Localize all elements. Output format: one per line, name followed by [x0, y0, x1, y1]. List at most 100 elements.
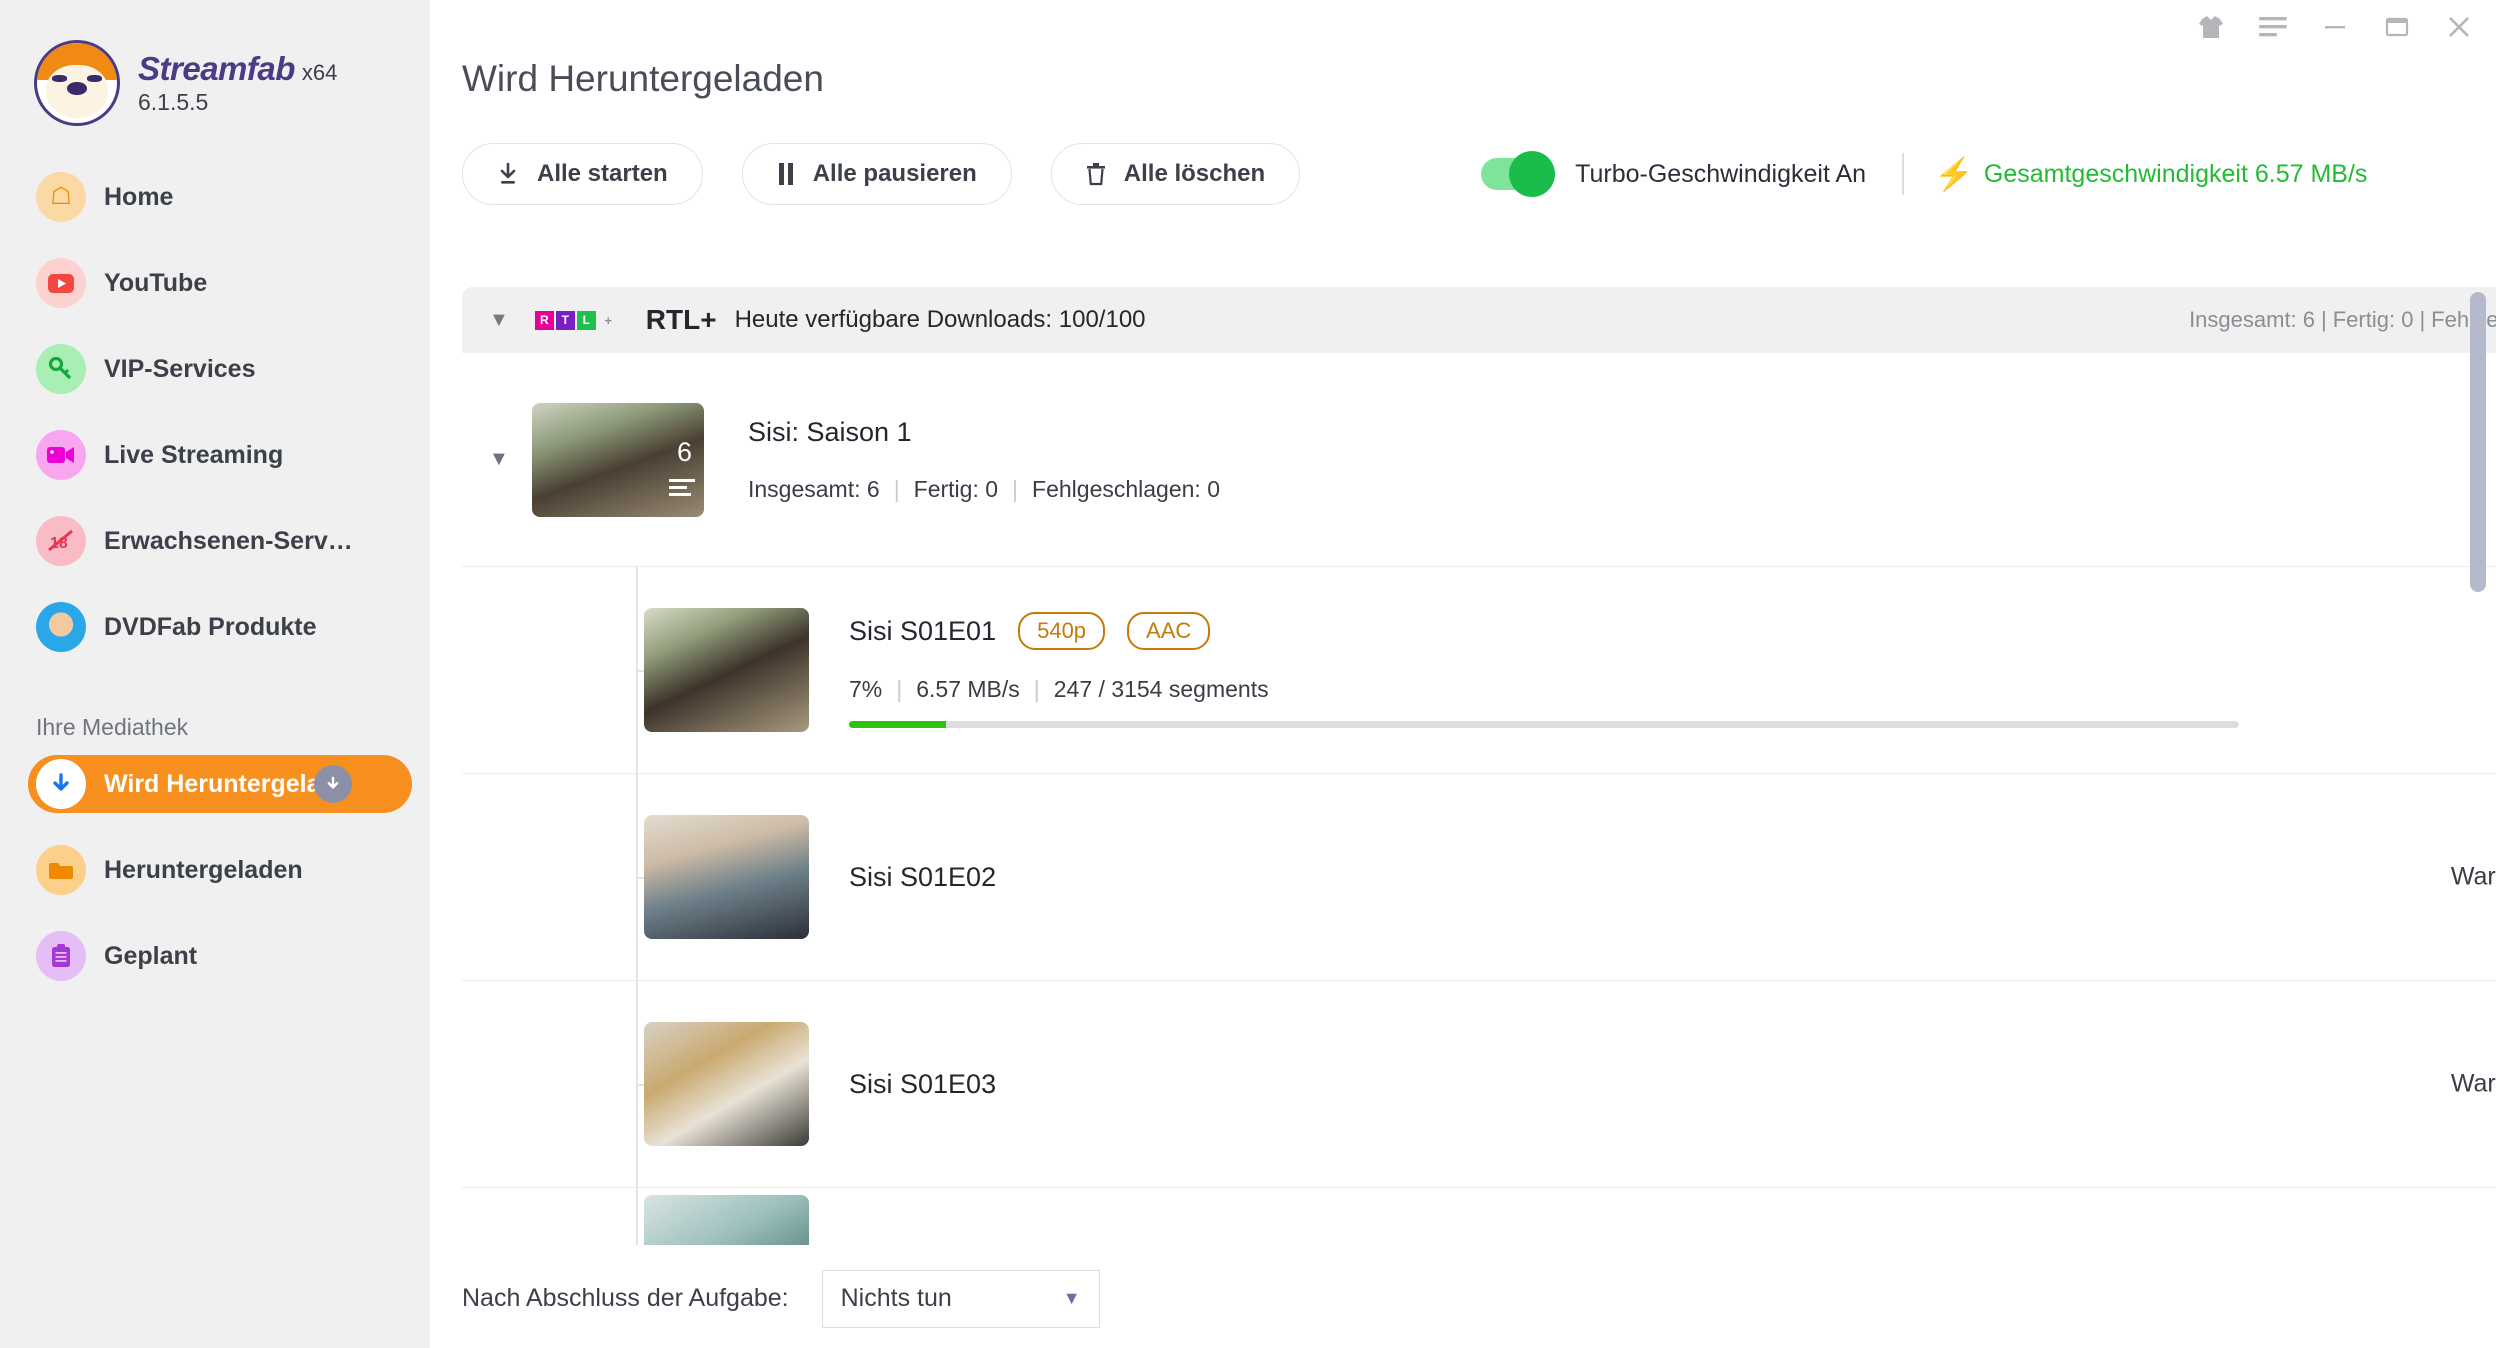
- rtlplus-logo-icon: R T L +: [534, 310, 620, 330]
- folder-icon: [36, 845, 86, 895]
- episode-thumbnail: [644, 815, 809, 939]
- series-stat-failed: Fehlgeschlagen: 0: [1032, 475, 1220, 502]
- main-content: Wird Heruntergeladen Alle starten Alle p…: [430, 0, 2496, 1348]
- episode-row: Sisi S01E03 Warten auf den Download: [462, 981, 2496, 1188]
- sidebar-item-downloaded[interactable]: Heruntergeladen: [28, 841, 412, 899]
- divider: [1902, 153, 1905, 195]
- sidebar-item-label: Heruntergeladen: [104, 855, 303, 884]
- downloading-badge-icon: [314, 765, 353, 803]
- sidebar-item-vip-services[interactable]: VIP-Services: [28, 340, 412, 398]
- group-quota-label: Heute verfügbare Downloads: 100/100: [734, 306, 1146, 333]
- chevron-down-icon: ▼: [1062, 1288, 1081, 1308]
- group-stat-total: Insgesamt: 6: [2189, 307, 2316, 332]
- bottom-bar: Nach Abschluss der Aufgabe: Nichts tun ▼: [430, 1248, 2496, 1348]
- sidebar-item-label: Live Streaming: [104, 440, 284, 469]
- sidebar-item-live-streaming[interactable]: Live Streaming: [28, 426, 412, 484]
- sidebar-item-label: Erwachsenen-Serv…: [104, 526, 353, 555]
- after-task-value: Nichts tun: [840, 1284, 952, 1312]
- series-episode-count: 6: [676, 436, 692, 467]
- episode-row: Sisi S01E02 Warten auf den Download: [462, 774, 2496, 981]
- lightning-icon: ⚡: [1934, 156, 1974, 192]
- series-stats: Insgesamt: 6 | Fertig: 0 | Fehlgeschlagen: 0: [748, 475, 1220, 502]
- app-window: Streamfab x64 6.1.5.5 ☖ Home YouTube VIP-: [0, 0, 2496, 1348]
- sidebar-item-label: VIP-Services: [104, 354, 256, 383]
- group-header-rtlplus: ▼ R T L + RTL + Heute verfügbare Download…: [462, 287, 2496, 353]
- sidebar-item-youtube[interactable]: YouTube: [28, 254, 412, 312]
- turbo-toggle[interactable]: [1481, 151, 1556, 197]
- stack-icon: [669, 478, 695, 497]
- brand-block: Streamfab x64 6.1.5.5: [0, 0, 430, 126]
- brand-arch: x64: [301, 60, 338, 86]
- delete-all-button[interactable]: Alle löschen: [1050, 143, 1301, 205]
- episode-row: Sisi S01E01 540p AAC 7% | 6.57 MB/s | 247 / …: [462, 567, 2496, 774]
- rtl-logo-letter: T: [555, 310, 575, 330]
- menu-icon[interactable]: [2258, 12, 2288, 42]
- series-row: ▼ 6 Sisi: Saison 1 Insgesamt: 6 | Fertig: …: [462, 353, 2496, 567]
- sidebar-item-label: Wird Heruntergela: [104, 769, 321, 798]
- series-thumbnail: 6: [532, 402, 704, 517]
- maximize-icon[interactable]: [2382, 12, 2412, 42]
- sidebar-library-nav: Wird Heruntergela Heruntergeladen Geplan…: [0, 755, 430, 985]
- rtl-logo-letter: L: [576, 310, 596, 330]
- brand-name-line: Streamfab x64: [138, 51, 338, 87]
- turbo-label: Turbo-Geschwindigkeit An: [1575, 159, 1867, 188]
- adult-blocked-icon: 18: [36, 516, 86, 566]
- minimize-icon[interactable]: [2320, 12, 2350, 42]
- video-camera-icon: [36, 430, 86, 480]
- download-icon: [36, 759, 86, 809]
- group-stats: Insgesamt: 6|Fertig: 0|Fehlgeschlagen: 0: [2189, 307, 2496, 333]
- pause-all-button[interactable]: Alle pausieren: [741, 143, 1012, 205]
- vertical-scrollbar[interactable]: [2470, 292, 2486, 1252]
- scrollbar-thumb[interactable]: [2470, 292, 2486, 592]
- episode-segments: 247 / 3154 segments: [1053, 676, 1269, 702]
- brand-version: 6.1.5.5: [138, 88, 209, 115]
- toolbar: Alle starten Alle pausieren Alle löschen…: [462, 143, 2496, 205]
- close-icon[interactable]: [2444, 12, 2474, 42]
- episode-title: Sisi S01E01: [849, 615, 997, 646]
- total-speed: ⚡ Gesamtgeschwindigkeit 6.57 MB/s: [1934, 155, 2367, 193]
- home-icon: ☖: [36, 172, 86, 222]
- page-title: Wird Heruntergeladen: [462, 58, 824, 99]
- after-task-label: Nach Abschluss der Aufgabe:: [462, 1284, 789, 1312]
- download-arrow-icon: [497, 162, 519, 186]
- sidebar-item-label: Geplant: [104, 941, 198, 970]
- tree-line: [636, 1188, 638, 1245]
- start-all-label: Alle starten: [537, 160, 668, 187]
- turbo-speed-control: Turbo-Geschwindigkeit An ⚡ Gesamtgeschwi…: [1481, 151, 2367, 197]
- quality-chip: 540p: [1018, 612, 1106, 650]
- dvdfab-icon: [36, 602, 86, 652]
- series-stat-total: Insgesamt: 6: [748, 475, 880, 502]
- sidebar-item-label: Home: [104, 182, 174, 211]
- start-all-button[interactable]: Alle starten: [462, 143, 703, 205]
- theme-icon[interactable]: [2196, 12, 2226, 42]
- episode-row: Sisi S01E04: [462, 1188, 2496, 1245]
- sidebar: Streamfab x64 6.1.5.5 ☖ Home YouTube VIP-: [0, 0, 430, 1348]
- download-list-body: ▼ 6 Sisi: Saison 1 Insgesamt: 6 | Fertig: …: [462, 353, 2496, 1245]
- series-stat-done: Fertig: 0: [913, 475, 999, 502]
- sidebar-item-label: DVDFab Produkte: [104, 612, 317, 641]
- sidebar-item-home[interactable]: ☖ Home: [28, 168, 412, 226]
- episode-thumbnail: [644, 608, 809, 732]
- episode-title: Sisi S01E02: [849, 861, 997, 892]
- episode-thumbnail: [644, 1195, 809, 1245]
- window-controls: [2196, 12, 2474, 42]
- episode-title: Sisi S01E03: [849, 1068, 997, 1099]
- sidebar-item-adult-services[interactable]: 18 Erwachsenen-Serv…: [28, 512, 412, 570]
- rtl-logo-letter: R: [534, 310, 554, 330]
- schedule-icon: [36, 931, 86, 981]
- total-speed-label: Gesamtgeschwindigkeit 6.57 MB/s: [1983, 159, 2368, 188]
- sidebar-item-dvdfab-produkte[interactable]: DVDFab Produkte: [28, 598, 412, 656]
- after-task-select[interactable]: Nichts tun ▼: [821, 1269, 1100, 1328]
- series-collapse-caret-icon[interactable]: ▼: [489, 448, 525, 471]
- sidebar-section-title: Ihre Mediathek: [36, 714, 189, 740]
- series-title: Sisi: Saison 1: [748, 416, 912, 447]
- episode-progress-bar: [849, 721, 2239, 728]
- episode-percent: 7%: [849, 676, 883, 702]
- episode-speed: 6.57 MB/s: [916, 676, 1020, 702]
- audio-chip: AAC: [1127, 612, 1211, 650]
- sidebar-item-scheduled[interactable]: Geplant: [28, 927, 412, 985]
- streamfab-logo-icon: [34, 40, 120, 126]
- rtl-logo-plus: +: [604, 312, 613, 328]
- group-collapse-caret-icon[interactable]: ▼: [489, 309, 509, 332]
- sidebar-item-downloading[interactable]: Wird Heruntergela: [28, 755, 412, 813]
